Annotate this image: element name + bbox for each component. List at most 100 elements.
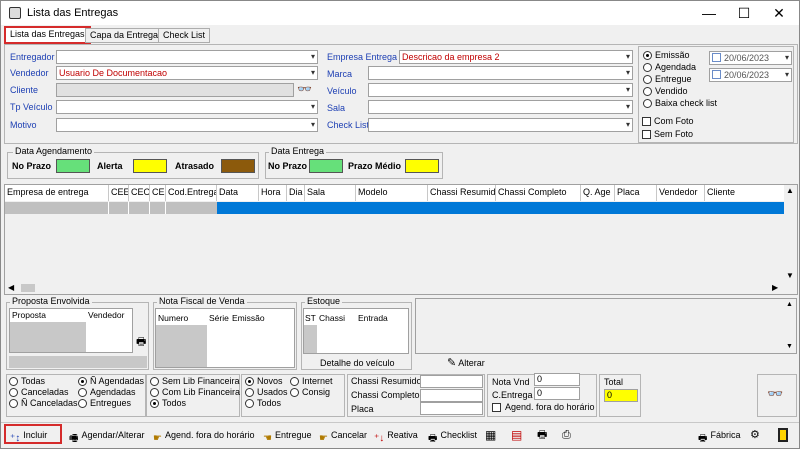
detalhe-veiculo-label[interactable]: Detalhe do veículo	[320, 358, 395, 368]
proposta-table[interactable]: Proposta Vendedor	[9, 308, 133, 353]
agendadas-radio[interactable]	[78, 388, 87, 397]
col-placa[interactable]: Placa	[615, 185, 657, 201]
tab-capa-entrega[interactable]: Capa da Entrega	[85, 28, 164, 43]
entregas-grid[interactable]: Empresa de entrega CEE CEO CE Cod.Entreg…	[4, 184, 798, 295]
empresa-entrega-combo[interactable]: Descricao da empresa 2 ▾	[399, 50, 633, 64]
consig-radio[interactable]	[290, 388, 299, 397]
print-button[interactable]: 🖶	[537, 426, 551, 444]
lib-todos-radio[interactable]	[150, 399, 159, 408]
glasses-search-icon[interactable]: 👓	[297, 82, 312, 96]
col-cee[interactable]: CEE	[109, 185, 129, 201]
chassi-completo-input[interactable]	[420, 389, 483, 402]
maximize-button[interactable]: ☐	[729, 3, 759, 23]
col-ce[interactable]: CE	[150, 185, 166, 201]
col-empresa-entrega[interactable]: Empresa de entrega	[5, 185, 109, 201]
date-to-picker[interactable]: 20/06/2023 ▾	[709, 68, 792, 82]
entregues-radio[interactable]	[78, 399, 87, 408]
nota-fiscal-table[interactable]: Numero Série Emissão	[155, 308, 295, 368]
report-grid-button[interactable]: ▤	[511, 426, 527, 444]
col-dia[interactable]: Dia	[287, 185, 305, 201]
n-agendadas-radio[interactable]	[78, 377, 87, 386]
sala-combo[interactable]: ▾	[368, 100, 633, 114]
col-cod-entrega[interactable]: Cod.Entrega	[166, 185, 217, 201]
print-preview-button[interactable]: ⎙	[562, 426, 576, 444]
col-q-age[interactable]: Q. Age	[581, 185, 615, 201]
c-entrega-input[interactable]: 0	[534, 387, 580, 400]
nota-vnd-input[interactable]: 0	[534, 373, 580, 386]
legend-agendamento-title: Data Agendamento	[13, 146, 95, 156]
tipo-todos-radio[interactable]	[245, 399, 254, 408]
col-chassi-resumido[interactable]: Chassi Resumido	[428, 185, 496, 201]
col-chassi-completo[interactable]: Chassi Completo	[496, 185, 581, 201]
memo-scroll-down-icon[interactable]: ▼	[786, 343, 793, 350]
agend-fora-icon: ☛	[153, 433, 162, 445]
agend-fora-checkbox[interactable]	[492, 403, 501, 412]
todas-radio[interactable]	[9, 377, 18, 386]
motivo-combo[interactable]: ▾	[56, 118, 318, 132]
sem-foto-checkbox[interactable]	[642, 130, 651, 139]
checklist-button[interactable]: 🖶 Checklist	[428, 426, 477, 444]
grid-horizontal-scrollbar[interactable]: ◀ ▶	[5, 282, 784, 294]
vendido-radio[interactable]	[643, 87, 652, 96]
tab-check-list[interactable]: Check List	[158, 28, 211, 43]
observacao-memo[interactable]: ▲ ▼	[415, 298, 797, 354]
settings-button[interactable]: ⚙	[750, 426, 764, 444]
memo-scroll-up-icon[interactable]: ▲	[786, 301, 793, 308]
agendada-radio[interactable]	[643, 63, 652, 72]
internet-radio[interactable]	[290, 377, 299, 386]
grid-row-selected[interactable]	[5, 202, 784, 214]
n-canceladas-radio[interactable]	[9, 399, 18, 408]
col-ceo[interactable]: CEO	[129, 185, 150, 201]
fabrica-button[interactable]: 🖶 Fábrica	[698, 426, 740, 444]
veiculo-combo[interactable]: ▾	[368, 83, 633, 97]
binoculars-search-icon[interactable]: 👓	[767, 386, 783, 402]
col-data[interactable]: Data	[217, 185, 259, 201]
tab-lista-entregas[interactable]: Lista das Entregas	[4, 26, 91, 44]
close-button[interactable]: ✕	[764, 3, 794, 23]
calendar-grid-button[interactable]: ▦	[485, 426, 499, 444]
fabrica-label: Fábrica	[710, 430, 741, 440]
date-from-picker[interactable]: 20/06/2023 ▾	[709, 51, 792, 65]
scroll-left-icon[interactable]: ◀	[8, 283, 14, 292]
cliente-field[interactable]	[56, 83, 294, 97]
nota-vnd-label: Nota Vnd	[492, 377, 530, 387]
print-proposta-icon[interactable]: 🖶	[136, 333, 146, 352]
col-modelo[interactable]: Modelo	[356, 185, 428, 201]
exit-door-icon[interactable]	[778, 428, 788, 442]
col-sala[interactable]: Sala	[305, 185, 356, 201]
com-lib-radio[interactable]	[150, 388, 159, 397]
cancelar-button[interactable]: ☛ Cancelar	[319, 426, 367, 444]
emissao-radio[interactable]	[643, 51, 652, 60]
usados-radio[interactable]	[245, 388, 254, 397]
vendedor-combo[interactable]: Usuario De Documentacao ▾	[56, 66, 318, 80]
printer-icon: 🖶	[537, 429, 548, 441]
scroll-down-icon[interactable]: ▼	[786, 271, 794, 280]
reativa-button[interactable]: ⁺↓ Reativa	[374, 426, 418, 444]
col-cliente[interactable]: Cliente	[705, 185, 785, 201]
minimize-button[interactable]: —	[694, 3, 724, 23]
com-foto-checkbox[interactable]	[642, 117, 651, 126]
check-list-combo[interactable]: ▾	[368, 118, 633, 132]
entregue-radio[interactable]	[643, 75, 652, 84]
chassi-resumido-input[interactable]	[420, 375, 483, 388]
sem-lib-radio[interactable]	[150, 377, 159, 386]
alterar-button[interactable]: ✎ Alterar	[447, 356, 485, 369]
scroll-up-icon[interactable]: ▲	[786, 186, 794, 195]
agendar-alterar-button[interactable]: 🖷 Agendar/Alterar	[69, 426, 145, 444]
tp-veiculo-combo[interactable]: ▾	[56, 100, 318, 114]
baixa-check-list-radio[interactable]	[643, 99, 652, 108]
scroll-right-icon[interactable]: ▶	[772, 283, 778, 292]
estoque-table[interactable]: ST Chassi Entrada	[303, 308, 409, 354]
novos-radio[interactable]	[245, 377, 254, 386]
col-vendedor[interactable]: Vendedor	[657, 185, 705, 201]
grid-vertical-scrollbar[interactable]: ▲ ▼	[784, 185, 797, 282]
placa-input[interactable]	[420, 402, 483, 415]
canceladas-radio[interactable]	[9, 388, 18, 397]
incluir-button[interactable]: ⁺↕ Incluir	[4, 424, 62, 444]
entregue-button[interactable]: ☚ Entregue	[263, 426, 312, 444]
agend-fora-horario-button[interactable]: ☛ Agend. fora do horário	[153, 426, 255, 444]
scroll-thumb[interactable]	[21, 284, 35, 292]
marca-combo[interactable]: ▾	[368, 66, 633, 80]
col-hora[interactable]: Hora	[259, 185, 287, 201]
entregador-combo[interactable]: ▾	[56, 50, 318, 64]
